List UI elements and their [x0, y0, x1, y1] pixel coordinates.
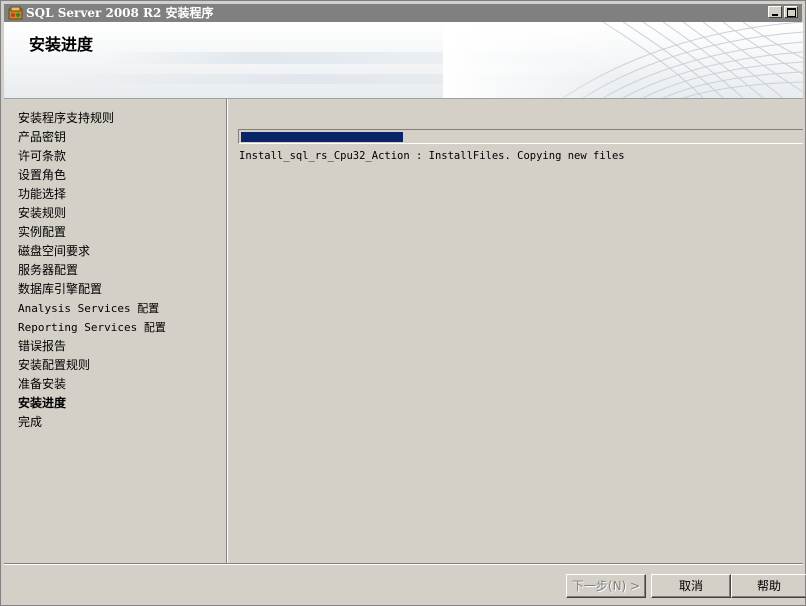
minimize-button[interactable] — [768, 6, 782, 18]
step-navigation: 安装程序支持规则 产品密钥许可条款设置角色功能选择安装规则实例配置磁盘空间要求 服务… — [4, 99, 226, 563]
progress-status-text: Install_sql_rs_Cpu32_Action : InstallFil… — [239, 150, 625, 162]
footer-separator-highlight — [4, 564, 803, 565]
nav-step-16-current: 安装进度 — [18, 396, 67, 410]
nav-step-17: 完成 — [18, 415, 43, 429]
page-title: 安装进度 — [29, 35, 94, 54]
nav-step-14: 安装配置规则 — [18, 358, 91, 372]
maximize-button[interactable] — [784, 6, 798, 18]
nav-step-9: 服务器配置 — [18, 263, 79, 277]
nav-step-11: Analysis Services 配置 — [18, 302, 160, 315]
nav-step-8: 磁盘空间要求 — [18, 244, 91, 258]
nav-step-15: 准备安装 — [18, 377, 67, 391]
header-wave-graphic — [443, 22, 803, 98]
nav-step-13: 错误报告 — [18, 339, 67, 353]
window-title: SQL Server 2008 R2 安装程序 — [26, 6, 214, 20]
nav-step-5: 功能选择 — [18, 187, 67, 201]
sql-server-app-icon — [8, 6, 23, 20]
content-pane: Install_sql_rs_Cpu32_Action : InstallFil… — [228, 99, 803, 563]
cancel-button[interactable]: 取消 — [651, 574, 731, 598]
progress-fill — [241, 132, 403, 142]
nav-step-2: 产品密钥 — [18, 130, 67, 144]
step-list: 安装程序支持规则 产品密钥许可条款设置角色功能选择安装规则实例配置磁盘空间要求 服务… — [18, 109, 166, 432]
nav-step-1: 安装程序支持规则 — [18, 111, 115, 125]
installer-window: SQL Server 2008 R2 安装程序 安装进度 安装程序支持规则 产品… — [0, 0, 806, 606]
install-progress-bar — [238, 129, 803, 144]
help-button[interactable]: 帮助 — [731, 574, 806, 598]
next-button[interactable]: 下一步(N) > — [566, 574, 646, 598]
title-bar[interactable]: SQL Server 2008 R2 安装程序 — [4, 4, 802, 22]
nav-step-10: 数据库引擎配置 — [18, 282, 103, 296]
nav-step-6: 安装规则 — [18, 206, 67, 220]
page-header: 安装进度 — [4, 22, 803, 98]
nav-step-7: 实例配置 — [18, 225, 67, 239]
nav-step-3: 许可条款 — [18, 149, 67, 163]
nav-step-4: 设置角色 — [18, 168, 67, 182]
nav-step-12: Reporting Services 配置 — [18, 321, 166, 334]
